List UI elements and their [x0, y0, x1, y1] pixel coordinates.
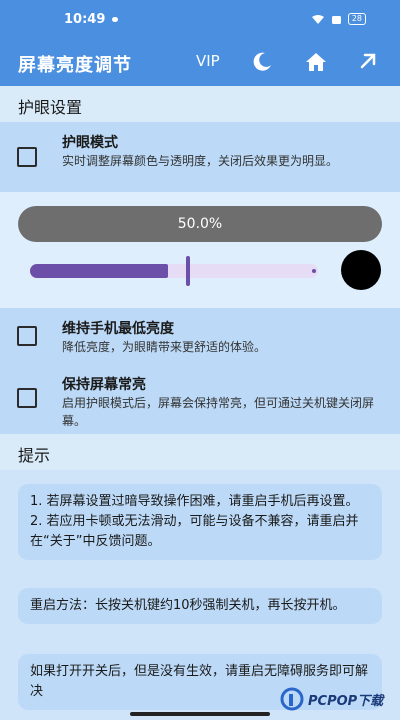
- tip-card-2: 重启方法：长按关机键约10秒强制关机，再长按开机。: [18, 588, 382, 624]
- pcpop-logo-icon: [280, 687, 304, 711]
- slider-fill: [30, 264, 168, 278]
- eye-settings-header: 护眼设置: [0, 86, 400, 122]
- watermark: PCPOP下载: [280, 684, 383, 714]
- home-indicator[interactable]: [130, 712, 270, 716]
- watermark-text: PCPOP下载: [308, 693, 384, 709]
- min-brightness-checkbox[interactable]: [17, 326, 37, 346]
- tip-line-1: 1. 若屏幕设置过暗导致操作困难，请重启手机后再设置。: [30, 494, 359, 509]
- brightness-panel: 50.0%: [0, 192, 400, 308]
- notification-dot-icon: [112, 17, 118, 22]
- moon-icon[interactable]: [250, 50, 274, 74]
- alarm-icon: [331, 15, 341, 24]
- home-icon[interactable]: [304, 50, 328, 74]
- eye-settings-title: 护眼设置: [18, 98, 83, 117]
- keep-screen-on-title: 保持屏幕常亮: [62, 377, 146, 393]
- tips-header: 提示: [0, 434, 400, 470]
- tip-line-2: 2. 若应用卡顿或无法滑动，可能与设备不兼容，请重启并在“关于”中反馈问题。: [30, 514, 359, 549]
- open-external-icon[interactable]: [357, 50, 379, 72]
- brightness-percent: 50.0%: [18, 206, 382, 242]
- min-brightness-desc: 降低亮度，为眼睛带来更舒适的体验。: [62, 340, 267, 354]
- eye-mode-option[interactable]: 护眼模式 实时调整屏幕颜色与透明度，关闭后效果更为明显。: [0, 122, 400, 192]
- color-preview-dot[interactable]: [341, 250, 381, 290]
- status-bar: 10:49 28: [0, 0, 400, 38]
- eye-mode-checkbox[interactable]: [17, 147, 37, 167]
- status-time: 10:49: [64, 12, 106, 27]
- tip-card-1: 1. 若屏幕设置过暗导致操作困难，请重启手机后再设置。 2. 若应用卡顿或无法滑…: [18, 484, 382, 560]
- min-brightness-option[interactable]: 维持手机最低亮度 降低亮度，为眼睛带来更舒适的体验。: [0, 308, 400, 364]
- app-title: 屏幕亮度调节: [18, 55, 132, 76]
- app-bar: 屏幕亮度调节 VIP: [0, 38, 400, 86]
- keep-screen-on-desc: 启用护眼模式后，屏幕会保持常亮，但可通过关机键关闭屏幕。: [62, 396, 375, 428]
- slider-end-dot: [312, 269, 316, 273]
- brightness-slider[interactable]: [30, 256, 320, 286]
- status-icons: 28: [311, 13, 366, 25]
- eye-mode-desc: 实时调整屏幕颜色与透明度，关闭后效果更为明显。: [62, 154, 339, 168]
- vip-button[interactable]: VIP: [196, 52, 220, 70]
- slider-thumb[interactable]: [186, 256, 190, 286]
- keep-screen-on-option[interactable]: 保持屏幕常亮 启用护眼模式后，屏幕会保持常亮，但可通过关机键关闭屏幕。: [0, 364, 400, 434]
- tips-body: 1. 若屏幕设置过暗导致操作困难，请重启手机后再设置。 2. 若应用卡顿或无法滑…: [0, 470, 400, 720]
- battery-icon: 28: [347, 13, 366, 25]
- tip-restart-method: 重启方法：长按关机键约10秒强制关机，再长按开机。: [30, 598, 346, 613]
- keep-screen-on-checkbox[interactable]: [17, 388, 37, 408]
- tips-title: 提示: [18, 446, 51, 465]
- wifi-icon: [311, 14, 324, 24]
- eye-mode-title: 护眼模式: [62, 135, 118, 151]
- min-brightness-title: 维持手机最低亮度: [62, 321, 174, 337]
